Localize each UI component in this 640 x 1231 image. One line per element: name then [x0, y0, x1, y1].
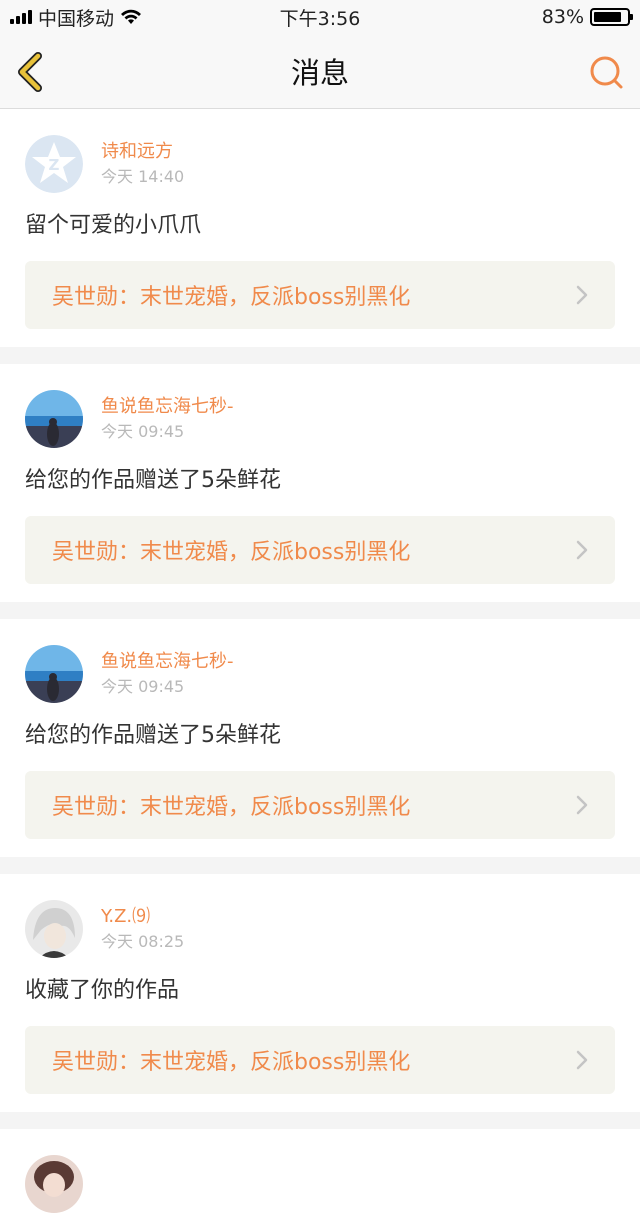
message-text: 给您的作品赠送了5朵鲜花 — [25, 468, 281, 493]
user-meta: 鱼说鱼忘海七秒- 今天 09:45 — [101, 650, 234, 698]
avatar[interactable] — [25, 645, 83, 703]
signal-icon — [10, 10, 32, 24]
message-text: 留个可爱的小爪爪 — [25, 213, 202, 238]
username[interactable]: 鱼说鱼忘海七秒- — [101, 395, 234, 419]
username[interactable]: Y.Z.⑼ — [101, 905, 184, 929]
avatar[interactable] — [25, 900, 83, 958]
work-link[interactable]: 吴世勋：末世宠婚，反派boss别黑化 — [25, 516, 615, 584]
user-meta: 诗和远方 今天 14:40 — [101, 140, 184, 188]
message-list: Z 诗和远方 今天 14:40 留个可爱的小爪爪 吴世勋：末世宠婚，反派boss… — [0, 109, 640, 1231]
chevron-right-icon — [576, 285, 588, 305]
user-row: Y.Z.⑼ 今天 08:25 — [25, 900, 615, 958]
battery-icon — [590, 8, 633, 26]
timestamp: 今天 09:45 — [101, 422, 185, 441]
message-card: 鱼说鱼忘海七秒- 今天 09:45 给您的作品赠送了5朵鲜花 吴世勋：末世宠婚，… — [0, 619, 640, 857]
back-arrow-icon[interactable] — [14, 52, 48, 92]
avatar[interactable] — [25, 1155, 83, 1213]
avatar[interactable]: Z — [25, 135, 83, 193]
work-title: 吴世勋：末世宠婚，反派boss别黑化 — [52, 1050, 411, 1075]
chevron-right-icon — [576, 540, 588, 560]
chevron-right-icon — [576, 795, 588, 815]
chevron-right-icon — [576, 1050, 588, 1070]
work-title: 吴世勋：末世宠婚，反派boss别黑化 — [52, 795, 411, 820]
work-title: 吴世勋：末世宠婚，反派boss别黑化 — [52, 540, 411, 565]
svg-text:Z: Z — [49, 156, 60, 174]
search-icon[interactable] — [588, 54, 624, 90]
user-meta: 鱼说鱼忘海七秒- 今天 09:45 — [101, 395, 234, 443]
user-row: 鱼说鱼忘海七秒- 今天 09:45 — [25, 390, 615, 448]
user-row: Z 诗和远方 今天 14:40 — [25, 135, 615, 193]
message-card: 鱼说鱼忘海七秒- 今天 09:45 给您的作品赠送了5朵鲜花 吴世勋：末世宠婚，… — [0, 364, 640, 602]
status-left: 中国移动 — [10, 4, 142, 31]
message-card: Z 诗和远方 今天 14:40 留个可爱的小爪爪 吴世勋：末世宠婚，反派boss… — [0, 109, 640, 347]
work-title: 吴世勋：末世宠婚，反派boss别黑化 — [52, 285, 411, 310]
message-card: Y.Z.⑼ 今天 08:25 收藏了你的作品 吴世勋：末世宠婚，反派boss别黑… — [0, 874, 640, 1112]
nav-bar: 消息 — [0, 34, 640, 109]
message-text: 收藏了你的作品 — [25, 978, 180, 1003]
username[interactable]: 鱼说鱼忘海七秒- — [101, 650, 234, 674]
page-title: 消息 — [290, 56, 349, 90]
user-row — [25, 1155, 615, 1213]
work-link[interactable]: 吴世勋：末世宠婚，反派boss别黑化 — [25, 261, 615, 329]
status-right: 83% — [541, 6, 633, 28]
wifi-icon — [121, 9, 142, 24]
work-link[interactable]: 吴世勋：末世宠婚，反派boss别黑化 — [25, 771, 615, 839]
message-card — [0, 1129, 640, 1231]
work-link[interactable]: 吴世勋：末世宠婚，反派boss别黑化 — [25, 1026, 615, 1094]
battery-percent: 83% — [541, 6, 584, 28]
timestamp: 今天 08:25 — [101, 932, 185, 951]
user-meta: Y.Z.⑼ 今天 08:25 — [101, 905, 184, 953]
message-text: 给您的作品赠送了5朵鲜花 — [25, 723, 281, 748]
avatar[interactable] — [25, 390, 83, 448]
username[interactable]: 诗和远方 — [101, 140, 184, 164]
timestamp: 今天 09:45 — [101, 677, 185, 696]
user-row: 鱼说鱼忘海七秒- 今天 09:45 — [25, 645, 615, 703]
timestamp: 今天 14:40 — [101, 167, 185, 186]
status-bar: 中国移动 下午3:56 83% — [0, 0, 640, 34]
carrier-label: 中国移动 — [38, 7, 115, 30]
